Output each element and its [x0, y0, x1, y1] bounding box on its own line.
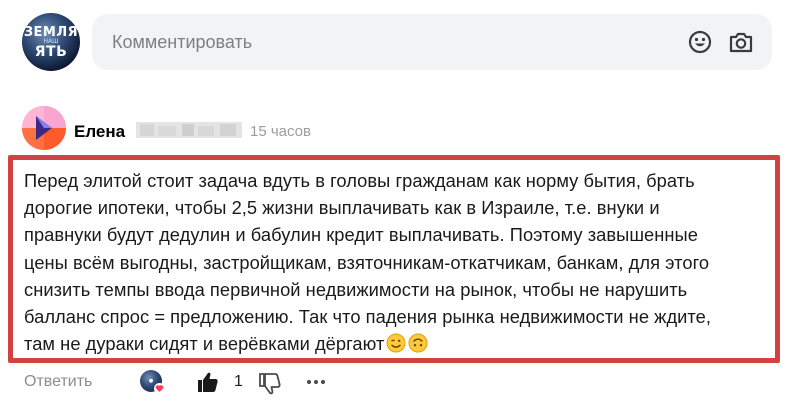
comment-line: балланс спрос = предложению. Так что пад…: [24, 306, 711, 328]
comment-line: правнуки будут дедулин и бабулин кредит …: [24, 224, 698, 246]
comment-composer: ЗЕМЛЯ НАШ ЯТЬ Комментировать: [0, 0, 788, 88]
comment-line: дорогие ипотеки, чтобы 2,5 жизни выплачи…: [24, 197, 660, 219]
winking-face-emoji-icon: [386, 333, 406, 353]
comment-actions: Ответить ● 1: [0, 366, 788, 398]
comment-line: Перед элитой стоит задача вдуть в головы…: [24, 170, 695, 191]
comment-timestamp: 15 часов: [250, 123, 311, 140]
comment-last-line: там не дураки сидят и верёвками дёргают: [24, 330, 765, 357]
upside-down-face-emoji-icon: [408, 333, 428, 353]
comment-header: Елена 15 часов: [22, 106, 782, 152]
more-options-icon[interactable]: [304, 374, 328, 390]
current-user-avatar[interactable]: ЗЕМЛЯ НАШ ЯТЬ: [22, 13, 80, 71]
comment-input-placeholder: Комментировать: [112, 31, 253, 52]
thumbs-up-icon[interactable]: [196, 370, 220, 394]
avatar-text-top: ЗЕМЛЯ: [23, 24, 79, 40]
reply-button[interactable]: Ответить: [24, 373, 92, 391]
comment-line: цены всём выгодны, застройщикам, взяточн…: [24, 251, 710, 273]
avatar-text-bottom: ЯТЬ: [34, 43, 68, 60]
author-surname-blurred: [136, 122, 242, 138]
heart-icon: [154, 383, 165, 394]
comment-input[interactable]: Комментировать: [92, 14, 772, 70]
comment-body-highlighted: Перед элитой стоит задача вдуть в головы…: [8, 155, 780, 363]
thumbs-down-icon[interactable]: [258, 372, 282, 396]
comment-line: там не дураки сидят и верёвками дёргают: [24, 333, 385, 355]
comment-line: снизить темпы ввода первичной недвижимос…: [24, 278, 688, 300]
like-count: 1: [234, 373, 243, 390]
emoji-icon[interactable]: [687, 29, 713, 55]
author-avatar[interactable]: [22, 106, 66, 150]
comment-text: Перед элитой стоит задача вдуть в головы…: [24, 167, 765, 357]
camera-icon[interactable]: [728, 29, 754, 55]
author-name[interactable]: Елена: [74, 122, 125, 142]
